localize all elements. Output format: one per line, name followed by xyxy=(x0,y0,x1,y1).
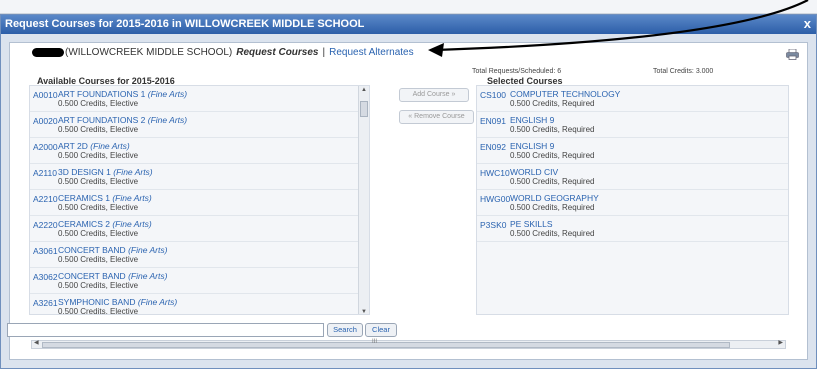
course-code[interactable]: A2210 xyxy=(33,194,58,204)
course-detail: 0.500 Credits, Required xyxy=(510,99,595,108)
course-name[interactable]: ART 2D (Fine Arts) xyxy=(58,141,130,151)
selected-course-row[interactable]: CS100 COMPUTER TECHNOLOGY 0.500 Credits,… xyxy=(477,86,788,112)
course-row[interactable]: A2110 3D DESIGN 1 (Fine Arts) 0.500 Cred… xyxy=(30,164,360,190)
course-detail: 0.500 Credits, Required xyxy=(510,203,595,212)
course-code[interactable]: HWG00 xyxy=(480,194,510,204)
redacted-name xyxy=(32,48,64,57)
course-row[interactable]: A2000 ART 2D (Fine Arts) 0.500 Credits, … xyxy=(30,138,360,164)
course-name[interactable]: CERAMICS 2 (Fine Arts) xyxy=(58,219,152,229)
course-detail: 0.500 Credits, Required xyxy=(510,125,595,134)
total-requests: Total Requests/Scheduled: 6 xyxy=(472,68,561,75)
course-code[interactable]: P3SK0 xyxy=(480,220,506,230)
course-detail: 0.500 Credits, Elective xyxy=(58,125,139,134)
course-code[interactable]: A2000 xyxy=(33,142,58,152)
horizontal-scroll-thumb[interactable] xyxy=(42,342,730,348)
scroll-up-icon[interactable]: ▲ xyxy=(361,87,367,93)
add-course-button[interactable]: Add Course » xyxy=(399,88,469,102)
search-input[interactable] xyxy=(7,323,324,337)
request-courses-label: Request Courses xyxy=(236,47,319,58)
remove-course-button[interactable]: « Remove Course xyxy=(399,110,474,124)
course-row[interactable]: A3062 CONCERT BAND (Fine Arts) 0.500 Cre… xyxy=(30,268,360,294)
total-credits-label: Total Credits: xyxy=(653,68,694,75)
course-name[interactable]: SYMPHONIC BAND (Fine Arts) xyxy=(58,297,177,307)
course-name[interactable]: ART FOUNDATIONS 1 (Fine Arts) xyxy=(58,89,187,99)
course-code[interactable]: EN091 xyxy=(480,116,506,126)
dialog-title-bar: Request Courses for 2015-2016 in WILLOWC… xyxy=(1,15,816,34)
course-name[interactable]: ENGLISH 9 xyxy=(510,115,554,125)
school-name: (WILLOWCREEK MIDDLE SCHOOL) xyxy=(65,47,233,58)
course-detail: 0.500 Credits, Elective xyxy=(58,177,139,186)
course-row[interactable]: A0020 ART FOUNDATIONS 2 (Fine Arts) 0.50… xyxy=(30,112,360,138)
total-credits: Total Credits: 3.000 xyxy=(653,68,713,75)
course-code[interactable]: CS100 xyxy=(480,90,506,100)
selected-course-row[interactable]: EN092 ENGLISH 9 0.500 Credits, Required xyxy=(477,138,788,164)
scroll-thumb[interactable] xyxy=(360,101,368,117)
course-detail: 0.500 Credits, Elective xyxy=(58,203,139,212)
dialog-title: Request Courses for 2015-2016 in WILLOWC… xyxy=(5,18,365,30)
course-code[interactable]: EN092 xyxy=(480,142,506,152)
background-toolbar xyxy=(0,0,817,14)
course-name[interactable]: ENGLISH 9 xyxy=(510,141,554,151)
total-credits-value: 3.000 xyxy=(695,68,714,75)
page-heading: (WILLOWCREEK MIDDLE SCHOOL) Request Cour… xyxy=(32,47,414,58)
course-detail: 0.500 Credits, Elective xyxy=(58,255,139,264)
course-code[interactable]: A0010 xyxy=(33,90,58,100)
selected-course-row[interactable]: HWG00 WORLD GEOGRAPHY 0.500 Credits, Req… xyxy=(477,190,788,216)
course-name[interactable]: PE SKILLS xyxy=(510,219,553,229)
course-row[interactable]: A3261 SYMPHONIC BAND (Fine Arts) 0.500 C… xyxy=(30,294,360,315)
selected-course-row[interactable]: HWC10 WORLD CIV 0.500 Credits, Required xyxy=(477,164,788,190)
course-row[interactable]: A3061 CONCERT BAND (Fine Arts) 0.500 Cre… xyxy=(30,242,360,268)
course-detail: 0.500 Credits, Elective xyxy=(58,307,139,315)
course-row[interactable]: A0010 ART FOUNDATIONS 1 (Fine Arts) 0.50… xyxy=(30,86,360,112)
scroll-grip: III xyxy=(372,339,378,345)
printer-icon[interactable] xyxy=(786,49,799,60)
search-button[interactable]: Search xyxy=(327,323,363,337)
course-name[interactable]: 3D DESIGN 1 (Fine Arts) xyxy=(58,167,153,177)
clear-button[interactable]: Clear xyxy=(365,323,397,337)
course-name[interactable]: WORLD CIV xyxy=(510,167,558,177)
course-name[interactable]: ART FOUNDATIONS 2 (Fine Arts) xyxy=(58,115,187,125)
request-alternates-link[interactable]: Request Alternates xyxy=(329,47,414,58)
course-detail: 0.500 Credits, Elective xyxy=(58,99,139,108)
course-detail: 0.500 Credits, Elective xyxy=(58,281,139,290)
header-separator: | xyxy=(322,47,326,58)
course-code[interactable]: A3062 xyxy=(33,272,58,282)
total-requests-value: 6 xyxy=(557,68,562,75)
selected-courses-list[interactable]: CS100 COMPUTER TECHNOLOGY 0.500 Credits,… xyxy=(476,85,789,315)
course-detail: 0.500 Credits, Elective xyxy=(58,229,139,238)
course-code[interactable]: A0020 xyxy=(33,116,58,126)
course-code[interactable]: A2220 xyxy=(33,220,58,230)
course-code[interactable]: A2110 xyxy=(33,168,57,178)
course-code[interactable]: A3061 xyxy=(33,246,58,256)
course-detail: 0.500 Credits, Required xyxy=(510,177,595,186)
course-row[interactable]: A2220 CERAMICS 2 (Fine Arts) 0.500 Credi… xyxy=(30,216,360,242)
course-name[interactable]: CONCERT BAND (Fine Arts) xyxy=(58,245,167,255)
course-detail: 0.500 Credits, Required xyxy=(510,229,595,238)
course-name[interactable]: CONCERT BAND (Fine Arts) xyxy=(58,271,167,281)
scroll-down-icon[interactable]: ▼ xyxy=(361,309,367,314)
selected-course-row[interactable]: P3SK0 PE SKILLS 0.500 Credits, Required xyxy=(477,216,788,242)
course-row[interactable]: A2210 CERAMICS 1 (Fine Arts) 0.500 Credi… xyxy=(30,190,360,216)
scroll-left-icon[interactable]: ◀ xyxy=(34,339,39,346)
course-detail: 0.500 Credits, Required xyxy=(510,151,595,160)
course-name[interactable]: CERAMICS 1 (Fine Arts) xyxy=(58,193,152,203)
available-courses-list[interactable]: A0010 ART FOUNDATIONS 1 (Fine Arts) 0.50… xyxy=(29,85,370,315)
course-detail: 0.500 Credits, Elective xyxy=(58,151,139,160)
horizontal-scrollbar[interactable]: ◀ III ▶ xyxy=(31,339,786,349)
close-icon[interactable]: x xyxy=(804,16,811,31)
selected-course-row[interactable]: EN091 ENGLISH 9 0.500 Credits, Required xyxy=(477,112,788,138)
scroll-right-icon[interactable]: ▶ xyxy=(778,339,783,346)
course-code[interactable]: HWC10 xyxy=(480,168,510,178)
course-name[interactable]: WORLD GEOGRAPHY xyxy=(510,193,599,203)
available-list-scrollbar[interactable]: ▲ ▼ xyxy=(358,86,369,314)
total-requests-label: Total Requests/Scheduled: xyxy=(472,68,556,75)
course-code[interactable]: A3261 xyxy=(33,298,58,308)
course-name[interactable]: COMPUTER TECHNOLOGY xyxy=(510,89,620,99)
